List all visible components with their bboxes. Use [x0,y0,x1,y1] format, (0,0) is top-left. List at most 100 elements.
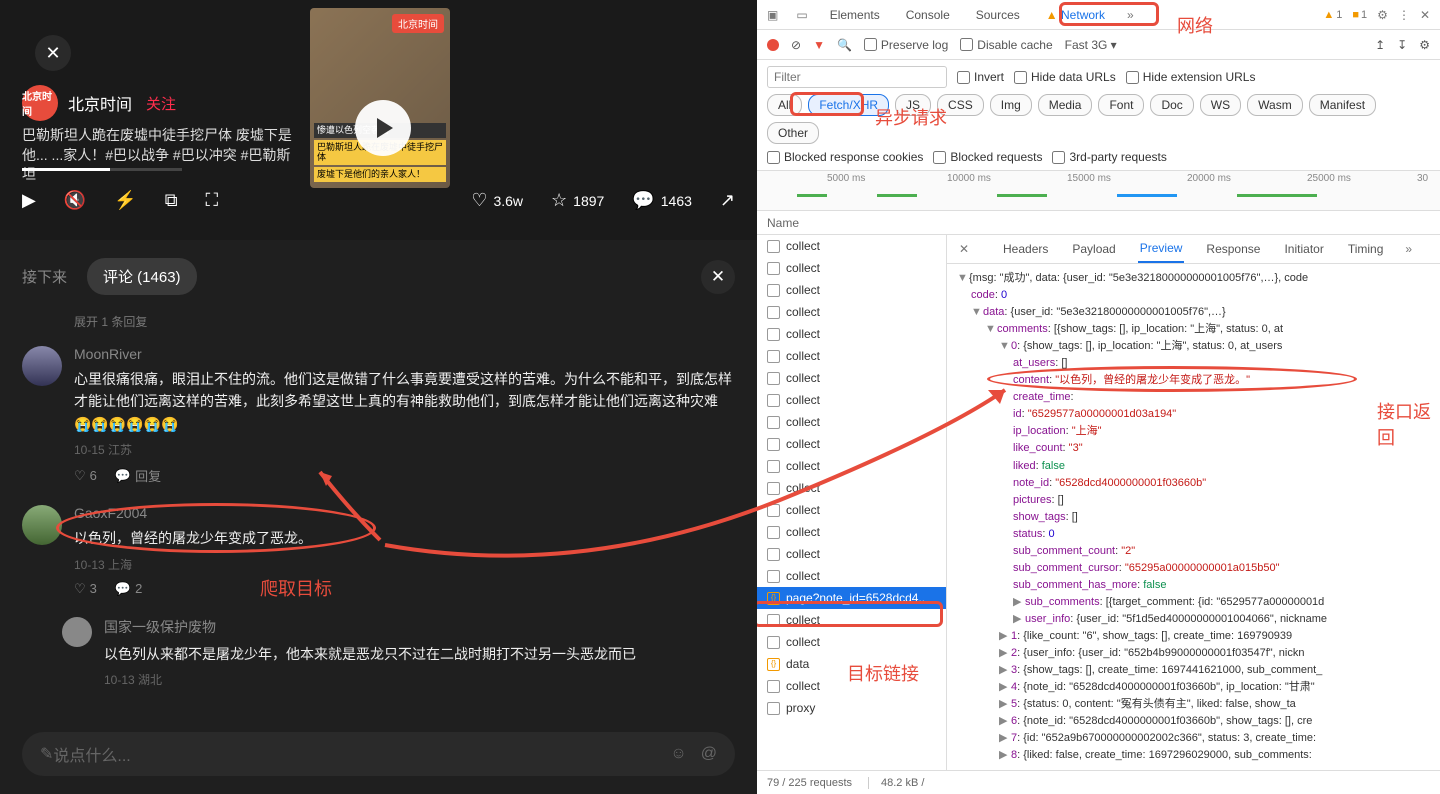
request-list[interactable]: collectcollectcollectcollectcollectcolle… [757,235,947,770]
tab-comments[interactable]: 评论 (1463) [87,258,197,295]
request-row[interactable]: collect [757,433,946,455]
throttle-select[interactable]: Fast 3G ▾ [1065,38,1117,52]
video-thumbnail[interactable]: 北京时间 惨遭以色列空袭后 巴勒斯坦人跪在废墟中徒手挖尸体 废墟下是他们的亲人家… [310,8,450,188]
fullscreen-icon[interactable]: ⛶ [206,190,219,211]
tab-elements[interactable]: Elements [826,2,884,28]
pv-tab-preview[interactable]: Preview [1138,235,1185,263]
request-row[interactable]: {}data [757,653,946,675]
filter-chip-all[interactable]: All [767,94,802,116]
fav-stat[interactable]: ☆1897 [551,190,604,211]
device-icon[interactable]: ▭ [796,8,807,22]
download-icon[interactable]: ↧ [1397,38,1407,52]
hide-ext-urls-checkbox[interactable]: Hide extension URLs [1126,70,1256,84]
comment-author[interactable]: MoonRiver [74,346,735,362]
settings-icon[interactable]: ⚙ [1377,8,1388,22]
reply-input[interactable]: ✎ 说点什么... ☺@ [22,732,735,776]
third-party-checkbox[interactable]: 3rd-party requests [1052,150,1166,164]
close-comments-button[interactable]: ✕ [701,260,735,294]
request-row[interactable]: collect [757,345,946,367]
blocked-cookies-checkbox[interactable]: Blocked response cookies [767,150,923,164]
waterfall-overview[interactable]: 5000 ms 10000 ms 15000 ms 20000 ms 25000… [757,171,1440,211]
request-row[interactable]: {}page?note_id=6528dcd4.. [757,587,946,609]
close-button[interactable]: ✕ [35,35,71,71]
request-row[interactable]: collect [757,455,946,477]
upload-icon[interactable]: ↥ [1375,38,1385,52]
like-stat[interactable]: ♡3.6w [471,190,523,211]
search-icon[interactable]: 🔍 [837,38,852,52]
filter-toggle-icon[interactable]: ▼ [813,38,825,52]
request-row[interactable]: collect [757,521,946,543]
like-button[interactable]: ♡ 3 [74,581,97,597]
request-row[interactable]: collect [757,389,946,411]
invert-checkbox[interactable]: Invert [957,70,1004,84]
comment-author[interactable]: GaoxF2004 [74,505,735,521]
filter-chip-doc[interactable]: Doc [1150,94,1193,116]
request-row[interactable]: collect [757,257,946,279]
comment-stat[interactable]: 💬1463 [632,190,692,211]
filter-chip-media[interactable]: Media [1038,94,1093,116]
request-row[interactable]: collect [757,301,946,323]
avatar[interactable] [22,505,62,545]
pip-icon[interactable]: ⧉ [165,190,178,211]
play-icon[interactable]: ▶ [22,190,36,211]
filter-chip-ws[interactable]: WS [1200,94,1241,116]
filter-chip-js[interactable]: JS [895,94,931,116]
avatar[interactable] [62,617,92,647]
expand-replies[interactable]: 展开 1 条回复 [74,313,735,330]
request-row[interactable]: collect [757,411,946,433]
preserve-log-checkbox[interactable]: Preserve log [864,38,948,52]
tab-network[interactable]: ▲ Network [1042,2,1109,28]
filter-chip-css[interactable]: CSS [937,94,984,116]
request-row[interactable]: collect [757,323,946,345]
request-row[interactable]: proxy [757,697,946,719]
follow-button[interactable]: 关注 [146,93,176,114]
tab-sources[interactable]: Sources [972,2,1024,28]
json-preview[interactable]: ▼{msg: "成功", data: {user_id: "5e3e321800… [947,264,1440,770]
network-settings-icon[interactable]: ⚙ [1419,38,1430,52]
hide-data-urls-checkbox[interactable]: Hide data URLs [1014,70,1116,84]
close-preview-icon[interactable]: ✕ [959,242,977,256]
filter-input[interactable] [767,66,947,88]
author-avatar[interactable]: 北京时间 [22,85,58,121]
pv-tab-headers[interactable]: Headers [1001,236,1050,262]
volume-icon[interactable]: 🔇 [64,190,86,211]
filter-chip-other[interactable]: Other [767,122,819,144]
request-row[interactable]: collect [757,279,946,301]
request-row[interactable]: collect [757,675,946,697]
more-tabs-icon[interactable]: » [1405,242,1412,256]
filter-chip-wasm[interactable]: Wasm [1247,94,1303,116]
pv-tab-response[interactable]: Response [1204,236,1262,262]
play-button[interactable] [355,100,411,156]
filter-chip-fetch/xhr[interactable]: Fetch/XHR [808,94,889,116]
progress-bar[interactable] [22,168,182,171]
request-row[interactable]: collect [757,477,946,499]
blocked-requests-checkbox[interactable]: Blocked requests [933,150,1042,164]
emoji-icon[interactable]: ☺ [670,745,686,763]
filter-chip-font[interactable]: Font [1098,94,1144,116]
request-row[interactable]: collect [757,609,946,631]
at-icon[interactable]: @ [701,745,717,763]
like-button[interactable]: ♡ 6 [74,466,97,485]
request-row[interactable]: collect [757,631,946,653]
request-row[interactable]: collect [757,499,946,521]
speed-icon[interactable]: ⚡ [114,190,136,211]
pv-tab-timing[interactable]: Timing [1346,236,1386,262]
clear-icon[interactable]: ⊘ [791,38,801,52]
avatar[interactable] [22,346,62,386]
close-devtools-icon[interactable]: ✕ [1420,8,1430,22]
tab-console[interactable]: Console [902,2,954,28]
disable-cache-checkbox[interactable]: Disable cache [960,38,1052,52]
request-row[interactable]: collect [757,367,946,389]
reply-button[interactable]: 💬 2 [115,581,142,597]
pv-tab-initiator[interactable]: Initiator [1282,236,1325,262]
filter-chip-img[interactable]: Img [990,94,1032,116]
comment-author[interactable]: 国家一级保护废物 [104,617,735,637]
more-icon[interactable]: ⋮ [1398,8,1410,22]
request-row[interactable]: collect [757,235,946,257]
tab-next[interactable]: 接下来 [22,266,67,287]
request-row[interactable]: collect [757,565,946,587]
issue-badge[interactable]: ■1 [1352,9,1367,21]
reply-button[interactable]: 💬 回复 [115,466,161,485]
record-button[interactable] [767,39,779,51]
warning-badge[interactable]: ▲1 [1323,9,1342,21]
